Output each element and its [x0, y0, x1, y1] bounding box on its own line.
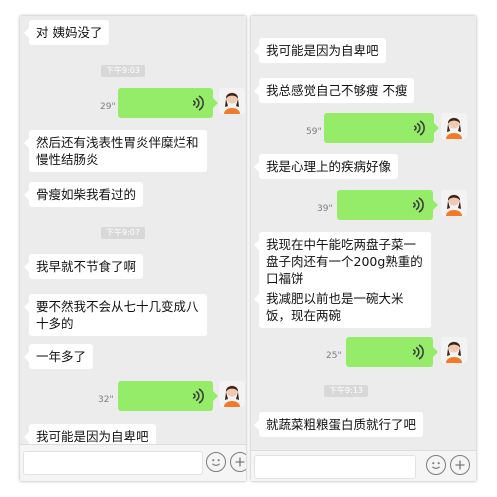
- incoming-message[interactable]: 骨瘦如柴我看过的: [23, 182, 144, 207]
- voice-duration: 32": [98, 395, 114, 405]
- avatar-icon[interactable]: [441, 113, 467, 139]
- emoji-icon[interactable]: [206, 452, 226, 472]
- voice-wave-icon: [410, 344, 424, 360]
- timestamp: 下午9:13: [324, 385, 368, 397]
- message-input[interactable]: [23, 451, 203, 475]
- avatar-icon[interactable]: [219, 88, 245, 114]
- voice-wave-icon: [190, 95, 204, 111]
- plus-icon[interactable]: [230, 452, 246, 472]
- avatar-icon[interactable]: [441, 337, 467, 363]
- message-text: 我可能是因为自卑吧: [36, 429, 149, 444]
- message-text: 一年多了: [36, 349, 87, 364]
- voice-wave-icon: [410, 197, 424, 213]
- message-text: 我减肥以前也是一碗大米饭，现在两碗: [266, 291, 404, 323]
- incoming-message[interactable]: 我可能是因为自卑吧: [254, 38, 386, 63]
- input-bar: [20, 444, 246, 481]
- message-text: 就蔬菜粗粮蛋白质就行了吧: [266, 417, 417, 432]
- voice-message[interactable]: [118, 88, 218, 118]
- message-text: 我可能是因为自卑吧: [266, 43, 379, 58]
- message-text: 我是心理上的疾病好像: [266, 159, 392, 174]
- incoming-message[interactable]: 我早就不节食了啊: [23, 254, 144, 279]
- timestamp: 下午9:07: [101, 227, 145, 239]
- voice-message[interactable]: [337, 190, 438, 220]
- voice-duration: 39": [317, 204, 333, 214]
- message-text: 骨瘦如柴我看过的: [36, 187, 137, 202]
- timestamp: 下午9:03: [101, 65, 145, 77]
- voice-duration: 59": [306, 127, 322, 137]
- incoming-message[interactable]: 我现在中午能吃两盘子菜一盘子肉还有一个200g熟重的口福饼: [254, 232, 431, 291]
- emoji-icon[interactable]: [426, 455, 446, 475]
- voice-message[interactable]: [324, 113, 439, 143]
- avatar-icon[interactable]: [219, 381, 245, 407]
- incoming-message[interactable]: 就蔬菜粗粮蛋白质就行了吧: [253, 412, 424, 437]
- voice-duration: 29": [100, 102, 116, 112]
- incoming-message[interactable]: 然后还有浅表性胃炎伴糜烂和慢性结肠炎: [24, 130, 207, 172]
- voice-message[interactable]: [118, 381, 218, 411]
- incoming-message[interactable]: 我总感觉自己不够瘦 不瘦: [253, 78, 415, 103]
- plus-icon[interactable]: [450, 455, 470, 475]
- incoming-message[interactable]: 要不然我不会从七十几变成八十多的: [24, 294, 207, 336]
- input-bar: [251, 450, 476, 481]
- avatar-icon[interactable]: [441, 190, 467, 216]
- incoming-message[interactable]: 我是心理上的疾病好像: [253, 154, 399, 179]
- message-text: 我现在中午能吃两盘子菜一盘子肉还有一个200g熟重的口福饼: [266, 237, 423, 286]
- incoming-message[interactable]: 对 姨妈没了: [23, 20, 110, 45]
- message-text: 我早就不节食了啊: [36, 259, 137, 274]
- right-chat-screenshot: 我可能是因为自卑吧 我总感觉自己不够瘦 不瘦 59" 我是心理上的疾病好像 39…: [251, 16, 476, 481]
- message-input[interactable]: [254, 455, 416, 479]
- voice-wave-icon: [411, 120, 425, 136]
- incoming-message[interactable]: 我减肥以前也是一碗大米饭，现在两碗: [254, 286, 431, 328]
- message-text: 对 姨妈没了: [36, 25, 103, 40]
- message-text: 然后还有浅表性胃炎伴糜烂和慢性结肠炎: [36, 135, 199, 167]
- voice-duration: 25": [326, 351, 342, 361]
- incoming-message[interactable]: 一年多了: [23, 344, 94, 369]
- voice-wave-icon: [190, 388, 204, 404]
- left-chat-screenshot: 对 姨妈没了 下午9:03 29" 然后还有浅表性胃炎伴糜烂和慢性结肠炎 骨瘦如…: [20, 16, 246, 481]
- message-text: 要不然我不会从七十几变成八十多的: [36, 299, 199, 331]
- message-text: 我总感觉自己不够瘦 不瘦: [266, 83, 408, 98]
- voice-message[interactable]: [346, 337, 438, 367]
